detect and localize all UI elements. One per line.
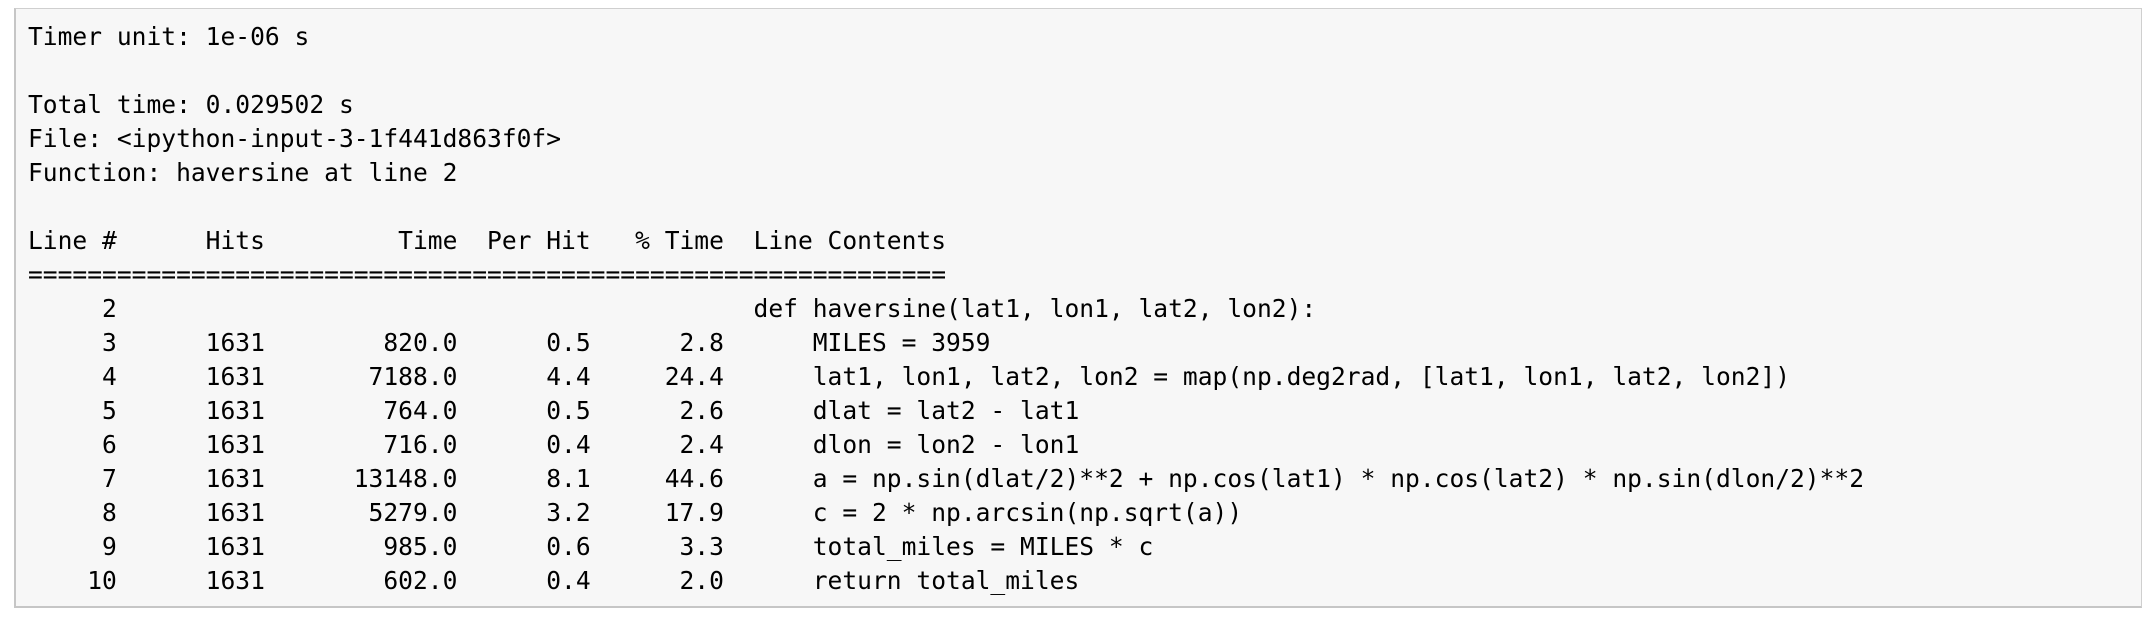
table-row: 8 1631 5279.0 3.2 17.9 c = 2 * np.arcsin… <box>28 498 1243 527</box>
table-row: 5 1631 764.0 0.5 2.6 dlat = lat2 - lat1 <box>28 396 1080 425</box>
table-row: 3 1631 820.0 0.5 2.8 MILES = 3959 <box>28 328 991 357</box>
table-row: 9 1631 985.0 0.6 3.3 total_miles = MILES… <box>28 532 1154 561</box>
table-header: Line # Hits Time Per Hit % Time Line Con… <box>28 226 947 255</box>
table-row: 6 1631 716.0 0.4 2.4 dlon = lon2 - lon1 <box>28 430 1080 459</box>
table-row: 4 1631 7188.0 4.4 24.4 lat1, lon1, lat2,… <box>28 362 1790 391</box>
total-time-text: Total time: 0.029502 s <box>28 90 354 119</box>
table-separator: ========================================… <box>28 260 947 289</box>
file-text: File: <ipython-input-3-1f441d863f0f> <box>28 124 562 153</box>
table-row: 10 1631 602.0 0.4 2.0 return total_miles <box>28 566 1080 595</box>
table-row: 2 def haversine(lat1, lon1, lat2, lon2): <box>28 294 1317 323</box>
timer-unit-text: Timer unit: 1e-06 s <box>28 22 310 51</box>
output-cell: Timer unit: 1e-06 s Total time: 0.029502 … <box>14 8 2142 608</box>
table-row: 7 1631 13148.0 8.1 44.6 a = np.sin(dlat/… <box>28 464 1865 493</box>
function-text: Function: haversine at line 2 <box>28 158 458 187</box>
line-profiler-output: Timer unit: 1e-06 s Total time: 0.029502 … <box>16 9 2141 598</box>
